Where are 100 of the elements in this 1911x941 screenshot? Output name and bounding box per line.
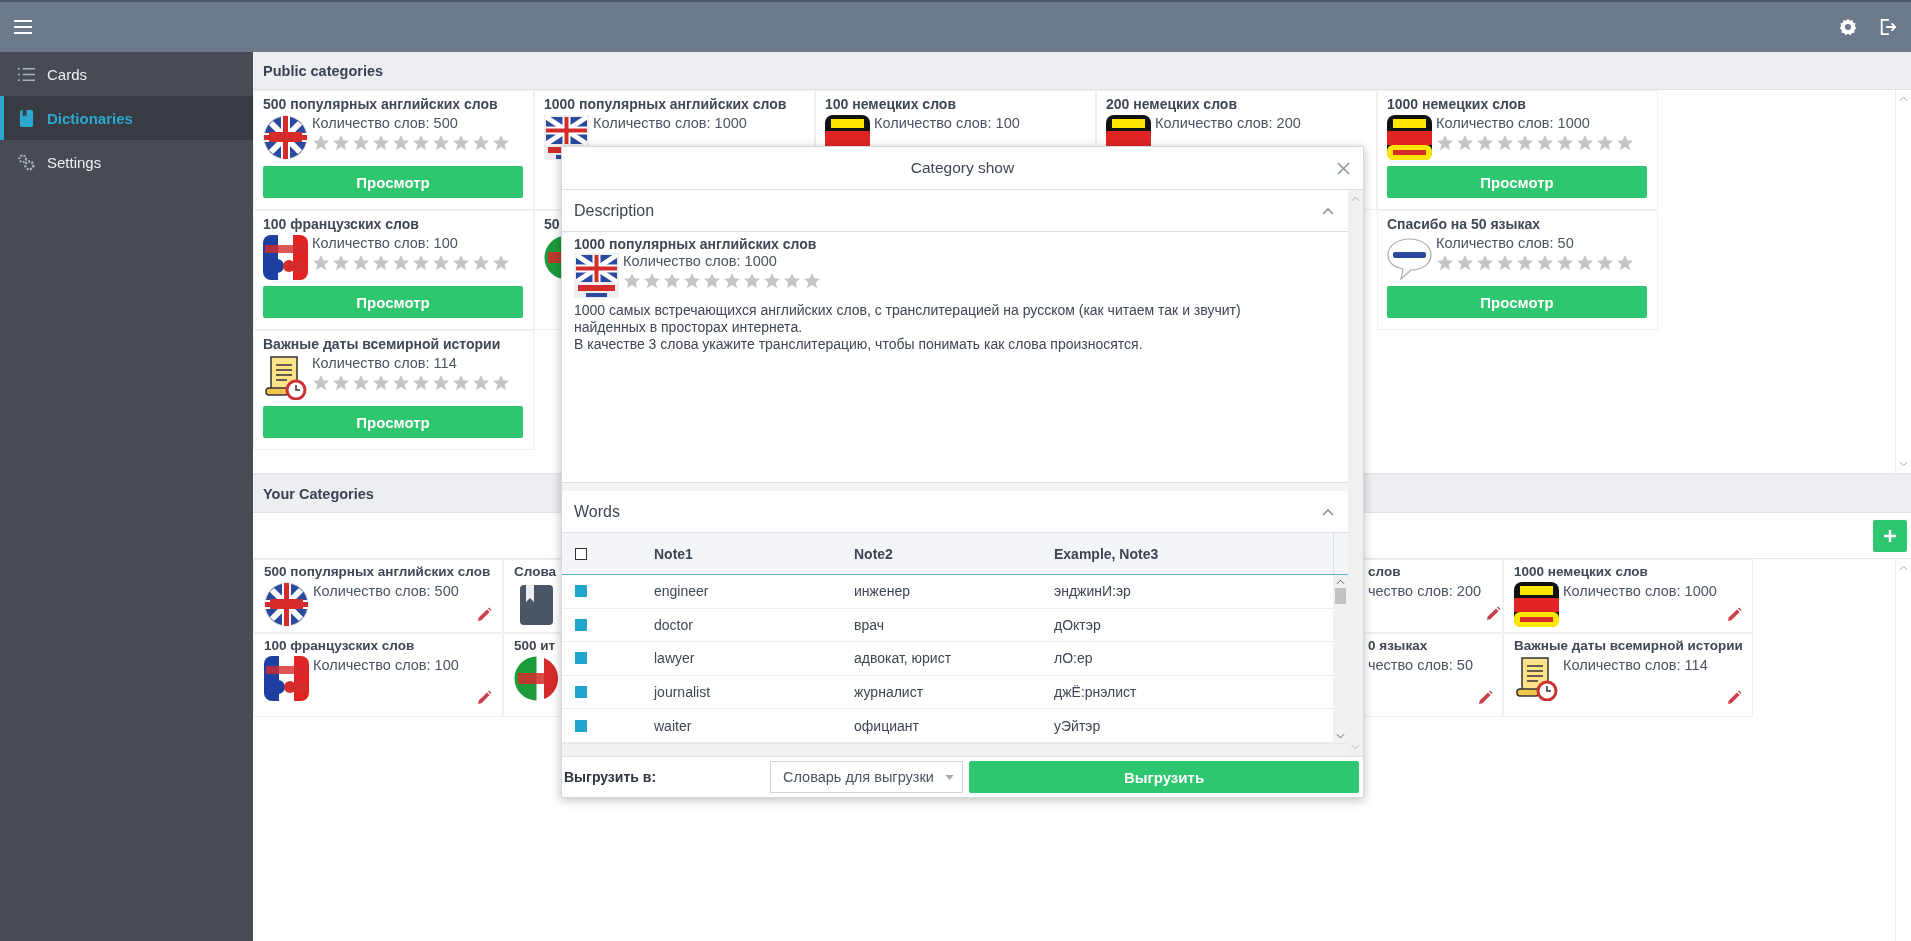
- star-icon: [1476, 254, 1494, 272]
- edit-icon[interactable]: [1726, 690, 1742, 706]
- table-cell-text: engineer: [654, 583, 710, 600]
- card-title: 500 популярных английских слов: [263, 96, 499, 112]
- word-count: Количество слов: 1000: [623, 253, 778, 269]
- chevron-icon: [1322, 507, 1334, 516]
- select-all-checkbox[interactable]: [575, 547, 587, 560]
- star-icon: [352, 134, 370, 152]
- word-count: Количество слов: 100: [313, 657, 459, 673]
- star-icon: [1456, 254, 1474, 272]
- edit-icon[interactable]: [1477, 690, 1493, 706]
- scroll-down-icon[interactable]: [1899, 461, 1908, 467]
- sidebar-item[interactable]: Settings: [0, 140, 253, 184]
- word-count: Количество слов: 1000: [593, 115, 747, 131]
- star-icon: [1496, 254, 1514, 272]
- table-cell-text: адвокат, юрист: [854, 650, 953, 667]
- flag-icon: [263, 235, 308, 280]
- edit-icon[interactable]: [476, 690, 492, 706]
- star-icon: [432, 254, 450, 272]
- star-icon: [492, 134, 510, 152]
- scroll-up-icon[interactable]: [1336, 579, 1345, 585]
- edit-icon[interactable]: [1485, 606, 1502, 622]
- star-icon: [492, 254, 510, 272]
- dialog-title: Category show: [909, 159, 1016, 177]
- star-icon: [1556, 254, 1574, 272]
- card-title: 1000 немецких слов: [1514, 564, 1649, 579]
- star-icon: [352, 254, 370, 272]
- edit-icon[interactable]: [476, 607, 492, 623]
- column-header[interactable]: Note2: [854, 545, 1054, 562]
- flag-icon: [1387, 115, 1432, 160]
- table-cell-text: doctor: [654, 616, 694, 633]
- flag-icon: [574, 253, 619, 298]
- horizontal-scrollbar[interactable]: [562, 743, 1348, 756]
- star-icon: [312, 254, 330, 272]
- card-title: Спасибо на 50 языках: [1387, 216, 1542, 232]
- word-count: Количество слов: 100: [312, 235, 459, 251]
- star-icon: [452, 374, 470, 392]
- star-icon: [472, 374, 490, 392]
- row-checkbox[interactable]: [575, 686, 587, 699]
- word-count: Количество слов: 200: [1155, 115, 1301, 131]
- word-count: Количество слов: 1000: [1436, 115, 1591, 131]
- chevron-icon: [1322, 206, 1334, 215]
- description-text: В качестве 3 слова укажите транслитерацию, чтобы понимать как слова произносятся.: [574, 336, 1144, 353]
- star-icon: [1596, 134, 1614, 152]
- section-header[interactable]: Description: [562, 190, 1348, 232]
- scroll-up-icon[interactable]: [1899, 565, 1908, 571]
- column-header[interactable]: Example, Note3: [1054, 545, 1333, 562]
- row-checkbox[interactable]: [575, 618, 587, 631]
- table-cell-text: уЭйтэр: [1054, 717, 1102, 734]
- scroll-up-icon[interactable]: [1899, 96, 1908, 102]
- star-icon: [1496, 134, 1514, 152]
- plus-icon: [1883, 528, 1897, 543]
- logout-icon[interactable]: [1879, 18, 1897, 36]
- star-icon: [332, 374, 350, 392]
- column-header[interactable]: Note1: [654, 545, 854, 562]
- star-icon: [643, 272, 661, 290]
- settings-icon[interactable]: [1839, 18, 1857, 36]
- sidebar-item[interactable]: Dictionaries: [0, 96, 253, 140]
- star-icon: [1436, 254, 1454, 272]
- table-cell-text: энджинИ:эр: [1054, 583, 1132, 600]
- close-icon[interactable]: [1336, 161, 1350, 175]
- star-icon: [392, 254, 410, 272]
- star-icon: [472, 134, 490, 152]
- star-icon: [1556, 134, 1574, 152]
- table-cell-text: lawyer: [654, 650, 696, 667]
- star-icon: [663, 272, 681, 290]
- card-title: Важные даты всемирной истории: [1514, 638, 1742, 653]
- card-title: 50: [544, 216, 561, 232]
- star-icon: [683, 272, 701, 290]
- star-icon: [1476, 134, 1494, 152]
- flag-icon: [263, 115, 308, 160]
- star-icon: [1576, 254, 1594, 272]
- word-count: чество слов: 200: [1368, 583, 1482, 599]
- star-icon: [432, 374, 450, 392]
- row-checkbox[interactable]: [575, 652, 587, 665]
- scroll-icon: [1514, 656, 1559, 701]
- sidebar-item[interactable]: Cards: [0, 52, 253, 96]
- row-checkbox[interactable]: [575, 719, 587, 732]
- scrollbar[interactable]: [1348, 190, 1363, 756]
- word-count: Количество слов: 500: [312, 115, 459, 131]
- scroll-up-icon[interactable]: [1351, 196, 1360, 202]
- star-icon: [492, 374, 510, 392]
- edit-icon[interactable]: [1726, 607, 1742, 623]
- dictionary-select[interactable]: Словарь для выгрузки: [770, 761, 963, 793]
- row-checkbox[interactable]: [575, 585, 587, 598]
- star-icon: [1536, 134, 1554, 152]
- add-button[interactable]: [1873, 519, 1907, 552]
- table-cell-text: дОктэр: [1054, 616, 1102, 633]
- table-cell-text: инженер: [854, 583, 911, 600]
- table-cell-text: журналист: [854, 684, 925, 701]
- star-icon: [312, 134, 330, 152]
- star-icon: [392, 374, 410, 392]
- star-icon: [1596, 254, 1614, 272]
- scrollbar[interactable]: [1333, 575, 1348, 743]
- scroll-thumb[interactable]: [1335, 588, 1346, 604]
- star-icon: [1616, 134, 1634, 152]
- star-icon: [783, 272, 801, 290]
- menu-icon[interactable]: [14, 18, 32, 36]
- star-icon: [432, 134, 450, 152]
- card-title: 0 языках: [1368, 638, 1429, 653]
